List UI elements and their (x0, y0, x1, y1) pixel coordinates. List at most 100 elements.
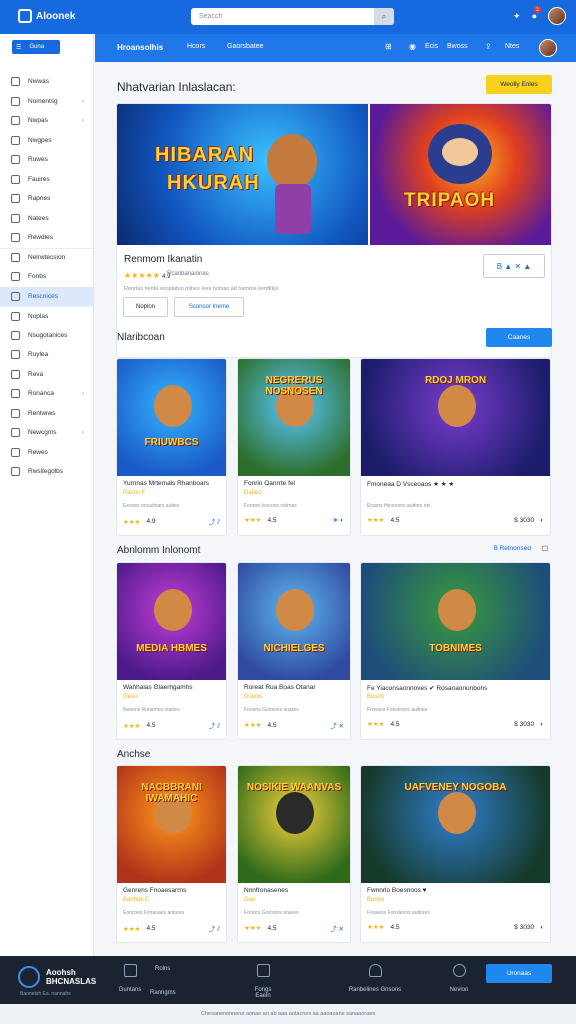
game-card[interactable]: NOSIKIE WAANVAS Nnnfronasenes Gan Fonocs Go… (237, 765, 351, 943)
share-icon[interactable]: ⤴ ⫽ (209, 720, 220, 731)
game-thumbnail[interactable]: UAFVENEY NOGOBA (361, 766, 550, 883)
game-thumbnail[interactable]: NICHIELGES (238, 563, 350, 680)
search-icon[interactable]: ⌕ (374, 8, 394, 25)
game-title-art: NEGRERUS NOSNOSEN (265, 375, 323, 397)
sidebar-item-rwsitegolbs[interactable]: Rwsitegolbs (0, 462, 94, 482)
game-card[interactable]: RDOJ MRON Fmoneaa D Vsceoaos ★ ★ ★ Erasns … (360, 358, 551, 536)
sidebar-item-nwpas[interactable]: Nwpas › (0, 111, 94, 131)
sidebar-item-rapnes[interactable]: Rapnes (0, 189, 94, 209)
sidebar-item-nwgpes[interactable]: Nwgpes (0, 131, 94, 151)
gamepad-icon[interactable]: ✦ (513, 11, 521, 22)
sidebar-item-rescnices[interactable]: Rescnices (0, 286, 94, 306)
clock-icon (11, 155, 20, 165)
hero-game-title[interactable]: Renmom Ikanatin (124, 254, 202, 265)
featured-hero-card[interactable]: HIBARAN HKURAH TRIPAOH Renmom Ikanatin ★… (116, 103, 552, 358)
sidebar-item-ruylea[interactable]: Ruylea (0, 345, 94, 365)
footer-col-5[interactable]: Nevlon (444, 964, 474, 993)
card-subtitle: Bonoo (367, 897, 385, 903)
avatar[interactable] (548, 7, 566, 25)
share-icon[interactable]: ◐ (540, 517, 544, 524)
game-card[interactable]: NACBBRANI IWAMAHIC Genrens Fnoaesarrns Ban… (116, 765, 227, 943)
share-icon[interactable]: ⤴ ✕ (330, 720, 344, 730)
sidebar-item-fonbs[interactable]: Fonbs (0, 267, 94, 287)
card-title[interactable]: Roreat Rua Boas Otanar (244, 684, 316, 691)
sidebar-item-nomentsg[interactable]: Nomentsg › (0, 92, 94, 112)
sidebar-item-fauires[interactable]: Fauires (0, 170, 94, 190)
share-icon[interactable]: ⤴ ✕ (330, 923, 344, 933)
card-title[interactable]: Fwnnrlo Boesnoos ♥ (367, 887, 427, 894)
section-action-button[interactable]: Caanes (486, 328, 552, 347)
brand-logo[interactable]: Aloonek (18, 9, 75, 23)
nav-link-ntes[interactable]: Ntes (505, 43, 519, 50)
hero-banner-image-2[interactable]: TRIPAOH (370, 104, 551, 245)
section-action-link[interactable]: B Retnonsed (493, 545, 531, 552)
sidebar-item-nsugotanices[interactable]: Nsugotanices (0, 326, 94, 346)
footer-col-4[interactable]: Ranbelines Gnsons (345, 964, 405, 993)
sidebar-item-nwwas[interactable]: Nwwas (0, 72, 94, 92)
sidebar-item-renlwiws[interactable]: Renlwiws (0, 404, 94, 424)
share-icon[interactable]: ⇪ (485, 42, 492, 51)
footer-col-3[interactable]: Fongs Eaeln (248, 964, 278, 999)
share-icon[interactable]: ◐ (540, 924, 544, 931)
game-thumbnail[interactable]: TOBNIMES (361, 563, 550, 680)
footer-col-1-title[interactable]: Rolns (155, 966, 170, 972)
top-actions: ✦ ● 1 (513, 6, 566, 25)
game-thumbnail[interactable]: FRIUWBCS (117, 359, 226, 476)
share-icon[interactable]: ⤴ ⫽ (209, 516, 220, 527)
game-card[interactable]: UAFVENEY NOGOBA Fwnnrlo Boesnoos ♥ Bonoo Fo… (360, 765, 551, 943)
hero-actions[interactable]: B ▲ ✕ ▲ (483, 254, 545, 278)
nav-link-bwoss[interactable]: Bwoss (447, 43, 468, 50)
share-icon[interactable]: ⤴ ⫽ (209, 923, 220, 934)
card-title[interactable]: Nnnfronasenes (244, 887, 288, 894)
sidebar-item-rewdles[interactable]: Rewdles (0, 228, 94, 248)
sidebar-item-natees[interactable]: Natees (0, 209, 94, 229)
rating-value: 4.5 (267, 721, 277, 729)
footer-col-1[interactable]: Guntans (118, 964, 142, 993)
notification-icon[interactable]: ● 1 (532, 6, 541, 21)
nav-link-ecis[interactable]: Ecis (425, 43, 438, 50)
sidebar-item-noplas[interactable]: Noplas (0, 306, 94, 326)
share-icon[interactable]: ◐ (540, 721, 544, 728)
hero-more-button[interactable]: Sconsor Ineme (174, 297, 244, 317)
card-title[interactable]: Wahhalas Glaerhgamhs (123, 684, 193, 691)
game-card[interactable]: TOBNIMES Fe Yiaconsaonnoves ✔ Rosanaonunb… (360, 562, 551, 740)
card-title[interactable]: Fonrin Oanrrte fel (244, 480, 295, 487)
hero-banner-image[interactable]: HIBARAN HKURAH (117, 104, 368, 245)
game-thumbnail[interactable]: NEGRERUS NOSNOSEN (238, 359, 350, 476)
rating-stars: ★★★ (367, 517, 385, 524)
card-title[interactable]: Fmoneaa D Vsceoaos ★ ★ ★ (367, 480, 454, 488)
tab-active[interactable]: Hroansolhis (117, 43, 163, 52)
game-card[interactable]: NICHIELGES Roreat Rua Boas Otanar Doeols Fo… (237, 562, 351, 740)
featured-see-all-button[interactable]: Weolly Enles (486, 75, 552, 94)
game-thumbnail[interactable]: NOSIKIE WAANVAS (238, 766, 350, 883)
footer-col-2-label[interactable]: Ranngms (150, 990, 176, 996)
hero-play-button[interactable]: Noplon (123, 297, 168, 317)
card-title[interactable]: Genrens Fnoaesarrns (123, 887, 186, 894)
sidebar-item-rewes[interactable]: Rewes (0, 443, 94, 463)
sidebar-item-reva[interactable]: Reva (0, 365, 94, 385)
game-thumbnail[interactable]: RDOJ MRON (361, 359, 550, 476)
tab-gamebase[interactable]: Gaorsbatee (227, 43, 264, 50)
game-thumbnail[interactable]: NACBBRANI IWAMAHIC (117, 766, 226, 883)
hero-title-art-2: HKURAH (167, 172, 260, 194)
game-card[interactable]: FRIUWBCS Yurnnas Mrtemals Rhanboars Panos … (116, 358, 227, 536)
card-title[interactable]: Yurnnas Mrtemals Rhanboars (123, 480, 209, 487)
card-title[interactable]: Fe Yiaconsaonnoves ✔ Rosanaonunbons (367, 684, 487, 692)
share-icon[interactable]: ➤ ◐ (333, 516, 344, 524)
sidebar-item-newcgms[interactable]: Newcgms › (0, 423, 94, 443)
cart-icon[interactable]: ⊞ (385, 42, 392, 51)
game-card[interactable]: NEGRERUS NOSNOSEN Fonrin Oanrrte fel Dabeo… (237, 358, 351, 536)
search-box[interactable]: Seacch ⌕ (191, 8, 394, 25)
tab-home[interactable]: Hcors (187, 43, 205, 50)
game-card[interactable]: MEDIA HBMES Wahhalas Glaerhgamhs Geoo Nonon… (116, 562, 227, 740)
coin-icon[interactable]: ◉ (409, 42, 416, 51)
sidebar-item-nelrwtecsion[interactable]: Nelrwtecsion (0, 247, 94, 268)
sidebar-item-ronanca[interactable]: Ronanca › (0, 384, 94, 404)
avatar[interactable] (539, 39, 557, 57)
sidebar-menu-button[interactable]: ☰ Guna (12, 40, 60, 54)
search-input[interactable]: Seacch (191, 13, 374, 20)
grid-view-icon[interactable]: ☐ (542, 545, 548, 553)
game-thumbnail[interactable]: MEDIA HBMES (117, 563, 226, 680)
sidebar-item-ruwes[interactable]: Ruwes (0, 150, 94, 170)
footer-cta-button[interactable]: Uronaas (486, 964, 552, 983)
